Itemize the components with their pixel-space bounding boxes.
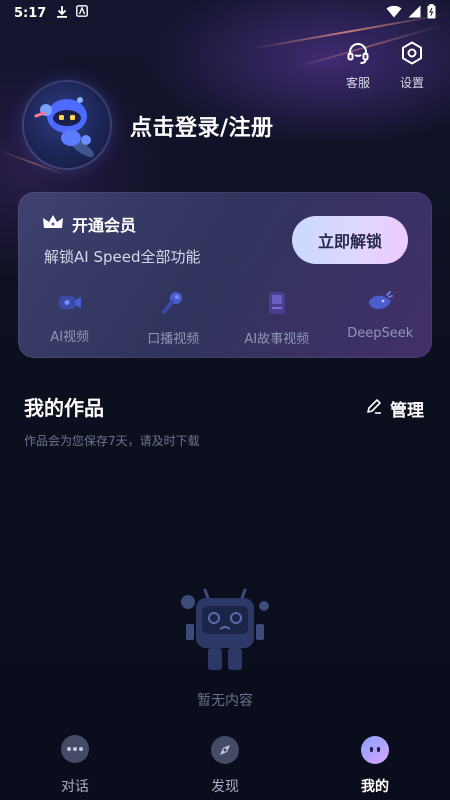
chat-bubble-icon [59,734,91,770]
sad-robot-icon [181,588,269,670]
feature-label: AI视频 [50,330,90,345]
manage-label: 管理 [390,401,424,421]
nav-item-mine[interactable]: 我的 [300,726,450,800]
mascot-face-icon [359,734,391,770]
vip-subtitle: 解锁AI Speed全部功能 [44,248,201,266]
feature-ai-video[interactable]: AI视频 [18,290,122,347]
unlock-now-button[interactable]: 立即解锁 [292,216,408,264]
nav-label: 对话 [61,779,89,795]
empty-state-text: 暂无内容 [197,693,253,709]
settings-button[interactable]: 设置 [390,40,434,91]
download-icon [56,5,68,22]
vip-feature-list: AI视频 口播视频 AI故事视频 DeepSeek [18,290,432,347]
wifi-icon [386,5,402,22]
feature-ai-story-video[interactable]: AI故事视频 [225,290,329,347]
status-time: 5:17 [14,5,47,21]
feature-voice-video[interactable]: 口播视频 [122,290,226,347]
edit-pencil-icon [366,398,382,419]
microphone-icon [159,290,187,320]
avatar[interactable] [24,82,110,168]
feature-label: 口播视频 [147,332,200,347]
compass-icon [209,734,241,770]
feature-label: AI故事视频 [244,332,310,347]
robot-mascot-icon [34,97,94,158]
manage-button[interactable]: 管理 [366,396,424,421]
book-icon [263,290,291,320]
nav-item-discover[interactable]: 发现 [150,726,300,800]
gear-icon [399,40,425,70]
works-retention-hint: 作品会为您保存7天，请及时下载 [24,434,200,448]
battery-icon [427,3,436,23]
video-camera-icon [56,290,84,318]
feature-label: DeepSeek [347,326,414,341]
customer-service-button[interactable]: 客服 [336,40,380,91]
bottom-navigation: 对话 发现 我的 [0,726,450,800]
headset-icon [345,40,371,70]
deepseek-whale-icon [366,290,394,318]
vip-title: 开通会员 [42,212,136,236]
nav-item-chat[interactable]: 对话 [0,726,150,800]
settings-label: 设置 [399,76,424,90]
nav-label: 我的 [361,779,389,795]
customer-service-label: 客服 [345,76,370,90]
nav-label: 发现 [211,779,239,795]
my-works-title: 我的作品 [24,396,104,420]
feature-deepseek[interactable]: DeepSeek [329,290,433,347]
empty-state-illustration [178,584,272,676]
status-bar: 5:17 [0,0,450,26]
app-notification-icon [76,5,89,21]
vip-title-label: 开通会员 [72,216,137,235]
crown-icon [42,214,64,234]
vip-membership-card: 开通会员 解锁AI Speed全部功能 立即解锁 AI视频 口播视频 AI故事视… [18,192,432,358]
cell-signal-icon [408,5,421,22]
login-register-link[interactable]: 点击登录/注册 [130,110,274,142]
